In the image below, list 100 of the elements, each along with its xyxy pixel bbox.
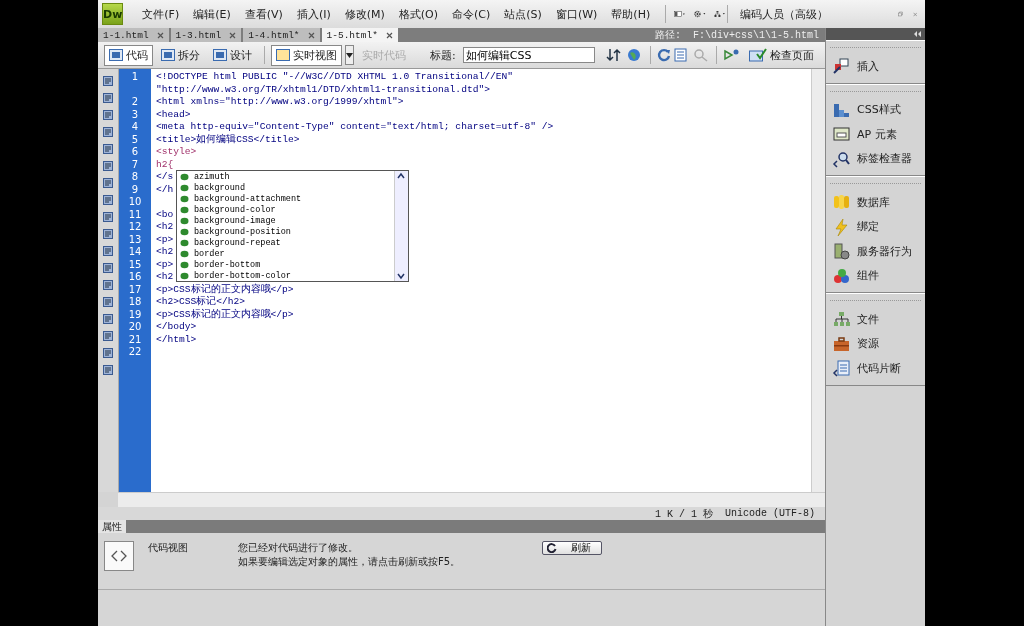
magnifier-icon xyxy=(832,149,851,168)
code-hint-item[interactable]: background-attachment xyxy=(177,193,394,204)
menu-item[interactable]: 修改(M) xyxy=(337,6,392,22)
code-line: <html xmlns="http://www.w3.org/1999/xhtml"> xyxy=(156,96,404,109)
menu-item[interactable]: 查看(V) xyxy=(237,6,290,22)
panel-item[interactable]: 文件 xyxy=(826,307,885,332)
code-view-icon xyxy=(104,541,134,571)
workspace-switcher[interactable]: 编码人员（高级） xyxy=(739,6,828,22)
line-number: 13 xyxy=(127,233,143,246)
code-hint-item[interactable]: background-image xyxy=(177,215,394,226)
panel-item[interactable]: CSS样式 xyxy=(826,97,907,122)
list-icon[interactable] xyxy=(673,48,690,62)
code-line: <p>CSS标记的正文内容哦</p> xyxy=(156,283,294,296)
panel-item[interactable]: AP 元素 xyxy=(826,122,903,147)
panel-item[interactable]: 绑定 xyxy=(826,214,885,239)
scrollbar[interactable] xyxy=(118,492,825,507)
spheres-icon xyxy=(832,266,851,285)
line-number: 4 xyxy=(130,121,140,134)
line-number: 9 xyxy=(130,183,140,196)
code-hint-item[interactable]: azimuth xyxy=(177,171,394,182)
mode-label: 代码视图 xyxy=(148,541,189,555)
code-line: </h xyxy=(156,183,174,196)
dropdown-button[interactable] xyxy=(345,45,355,65)
code-line: <h2>CSS标记</h2> xyxy=(156,296,246,308)
caret-icon xyxy=(346,52,354,58)
browser-icon xyxy=(276,49,291,61)
view-button[interactable]: 代码 xyxy=(104,44,153,66)
line-number: 5 xyxy=(130,133,140,146)
panel-title[interactable]: 属性 xyxy=(98,520,126,533)
view-button[interactable]: 设计 xyxy=(208,44,257,66)
close-icon[interactable] xyxy=(307,31,315,39)
code-hint-item[interactable]: background-repeat xyxy=(177,237,394,248)
code-hint-item[interactable]: border-bottom xyxy=(177,259,394,270)
play-icon[interactable] xyxy=(723,48,741,62)
file-size: 1 K / 1 秒 xyxy=(654,507,713,521)
code-hint-item[interactable]: background-color xyxy=(177,204,394,215)
close-icon[interactable] xyxy=(156,31,164,39)
file-path: F:\div+css\1\1-5.html xyxy=(692,29,819,41)
line-number: 14 xyxy=(127,246,143,259)
panel-item[interactable]: 代码片断 xyxy=(826,356,907,381)
code-line: <style> xyxy=(156,146,197,159)
code-line: </html> xyxy=(156,333,197,346)
code-line: "http://www.w3.org/TR/xhtml1/DTD/xhtml1-transitional.dtd"> xyxy=(156,83,490,96)
panel-item[interactable]: 插入 xyxy=(826,54,885,79)
code-hint-item[interactable]: border xyxy=(177,248,394,259)
code-line: <h2 xyxy=(156,221,174,234)
panel-item[interactable]: 组件 xyxy=(826,263,885,288)
menu-item[interactable]: 文件(F) xyxy=(135,6,187,22)
menu-item[interactable]: 命令(C) xyxy=(445,6,498,22)
close-icon[interactable] xyxy=(385,31,393,39)
code-line: <!DOCTYPE html PUBLIC "-//W3C//DTD XHTML 1.0 Transitional//EN" xyxy=(156,71,513,84)
line-number: 2 xyxy=(130,96,140,109)
code-line: <bo xyxy=(156,208,174,221)
code-line: h2{ xyxy=(156,158,174,171)
line-number: 15 xyxy=(127,258,143,271)
panel-item[interactable]: 标签检查器 xyxy=(826,146,918,171)
check-page-button[interactable]: 检查页面 xyxy=(744,44,819,66)
code-hint-item[interactable]: border-bottom-color xyxy=(177,270,394,281)
view-button[interactable]: 拆分 xyxy=(156,44,205,66)
code-line: <h2 xyxy=(156,246,174,259)
menu-item[interactable]: 编辑(E) xyxy=(186,6,238,22)
path-label: 路径: xyxy=(654,29,681,42)
encoding: Unicode (UTF-8) xyxy=(725,508,815,519)
layer-icon xyxy=(832,125,851,144)
menu-item[interactable]: 窗口(W) xyxy=(548,6,605,22)
menu-item[interactable]: 帮助(H) xyxy=(604,6,658,22)
menu-item[interactable]: 站点(S) xyxy=(497,6,549,22)
scrollbar[interactable] xyxy=(394,171,408,281)
menu-item[interactable]: 插入(I) xyxy=(289,6,338,22)
line-number: 16 xyxy=(127,271,143,284)
line-number: 6 xyxy=(130,146,140,159)
line-number: 3 xyxy=(130,108,140,121)
live-view-button[interactable]: 实时视图 xyxy=(271,44,343,66)
menu-item[interactable]: 格式(O) xyxy=(391,6,446,22)
code-hint-item[interactable]: background xyxy=(177,182,394,193)
line-number: 17 xyxy=(127,283,143,296)
document-tab[interactable]: 1-4.html* xyxy=(243,28,320,42)
code-line: <h2 xyxy=(156,271,174,284)
code-hint-item[interactable]: background-position xyxy=(177,226,394,237)
panel-item[interactable]: 数据库 xyxy=(826,190,896,215)
document-tab[interactable]: 1-1.html xyxy=(98,28,169,42)
scrollbar[interactable] xyxy=(811,69,825,492)
panel-item[interactable]: 服务器行为 xyxy=(826,239,918,264)
document-tab[interactable]: 1-3.html xyxy=(170,28,242,42)
document-tab[interactable]: 1-5.html* xyxy=(321,28,398,42)
scroll-down-icon[interactable] xyxy=(395,271,407,281)
scroll-up-icon[interactable] xyxy=(395,171,407,181)
panel-item[interactable]: 资源 xyxy=(826,331,885,356)
line-number: 12 xyxy=(127,221,143,234)
line-number: 21 xyxy=(127,333,143,346)
refresh-icon[interactable] xyxy=(656,48,671,62)
title-field[interactable]: 如何编辑CSS xyxy=(462,47,595,63)
view-icon xyxy=(109,49,123,61)
message-text: 您已经对代码进行了修改。 xyxy=(238,541,359,555)
close-icon[interactable] xyxy=(229,31,237,39)
code-line: <head> xyxy=(156,108,191,121)
message-text: 如果要编辑选定对象的属性，请点击刷新或按F5。 xyxy=(238,555,462,569)
code-line: <p>CSS标记的正文内容哦</p> xyxy=(156,308,294,321)
refresh-button[interactable]: 刷新 xyxy=(542,541,602,555)
globe-icon[interactable] xyxy=(626,48,643,62)
